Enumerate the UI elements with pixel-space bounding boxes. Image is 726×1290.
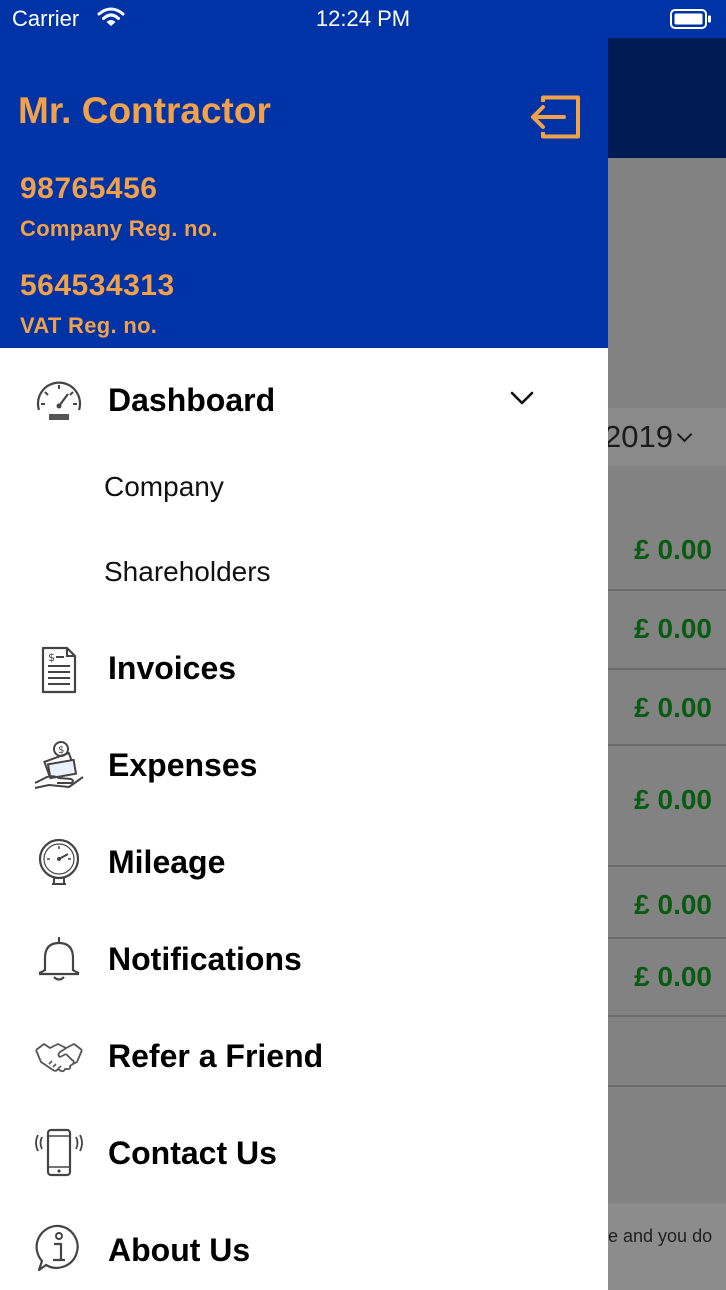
money-hand-icon: $ [34, 741, 84, 789]
amount-value: £ 0.00 [634, 784, 712, 815]
menu-item-notifications[interactable]: Notifications [0, 915, 608, 1005]
side-drawer: Mr. Contractor 98765456 Company Reg. no.… [0, 38, 608, 1290]
summary-row: £ 0.00 [594, 670, 726, 746]
battery-icon [670, 9, 711, 29]
phone-ringing-icon [35, 1128, 83, 1177]
clock: 12:24 PM [315, 6, 411, 31]
chevron-down-icon [676, 426, 693, 443]
summary-row: £ 0.00 [594, 746, 726, 867]
vat-reg-number: 564534313 [20, 269, 175, 302]
menu-label: Dashboard [108, 382, 276, 418]
summary-row [594, 1017, 726, 1087]
summary-row: £ 0.00 [594, 867, 726, 939]
company-reg-label: Company Reg. no. [20, 216, 218, 241]
submenu-item-shareholders[interactable]: Shareholders [0, 531, 608, 611]
amount-value: £ 0.00 [634, 692, 712, 723]
company-reg-number: 98765456 [20, 172, 158, 205]
gauge-icon [38, 838, 80, 885]
year-selector[interactable]: 2019 [594, 408, 726, 466]
submenu-item-company[interactable]: Company [0, 446, 608, 526]
menu-item-about-us[interactable]: About Us [0, 1206, 608, 1290]
menu-label: Invoices [108, 650, 237, 686]
svg-text:$: $ [48, 651, 55, 664]
chevron-down-icon[interactable] [508, 384, 536, 412]
year-value: 2019 [604, 419, 673, 454]
amount-value: £ 0.00 [634, 613, 712, 644]
amount-value: £ 0.00 [634, 889, 712, 920]
summary-row: £ 0.00 [594, 514, 726, 591]
menu-item-dashboard[interactable]: Dashboard [0, 356, 608, 446]
menu-label: Notifications [108, 941, 302, 977]
vat-reg-label: VAT Reg. no. [20, 313, 158, 338]
status-bar: Carrier 12:24 PM [0, 0, 726, 38]
user-name: Mr. Contractor [18, 90, 271, 131]
bell-icon [38, 936, 80, 981]
background-footer-text: e and you do [594, 1203, 726, 1290]
summary-row: £ 0.00 [594, 939, 726, 1017]
menu-label: Expenses [108, 747, 258, 783]
invoice-document-icon: $ [41, 646, 77, 694]
info-icon [35, 1224, 79, 1272]
submenu-label: Company [104, 471, 224, 502]
submenu-label: Shareholders [104, 556, 271, 587]
menu-item-invoices[interactable]: $ Invoices [0, 624, 608, 714]
logout-icon[interactable] [529, 95, 581, 139]
speedometer-icon [36, 381, 82, 420]
amount-value: £ 0.00 [634, 961, 712, 992]
menu-item-mileage[interactable]: Mileage [0, 818, 608, 908]
amount-value: £ 0.00 [634, 534, 712, 565]
drawer-header: Mr. Contractor 98765456 Company Reg. no.… [0, 38, 608, 348]
menu-item-expenses[interactable]: $ Expenses [0, 721, 608, 811]
menu-label: Refer a Friend [108, 1038, 324, 1074]
summary-row: £ 0.00 [594, 591, 726, 670]
menu-label: Mileage [108, 844, 226, 880]
menu-label: Contact Us [108, 1135, 277, 1171]
menu-item-contact-us[interactable]: Contact Us [0, 1109, 608, 1199]
menu-item-refer-a-friend[interactable]: Refer a Friend [0, 1012, 608, 1102]
handshake-icon [35, 1043, 83, 1073]
menu-label: About Us [108, 1232, 251, 1268]
